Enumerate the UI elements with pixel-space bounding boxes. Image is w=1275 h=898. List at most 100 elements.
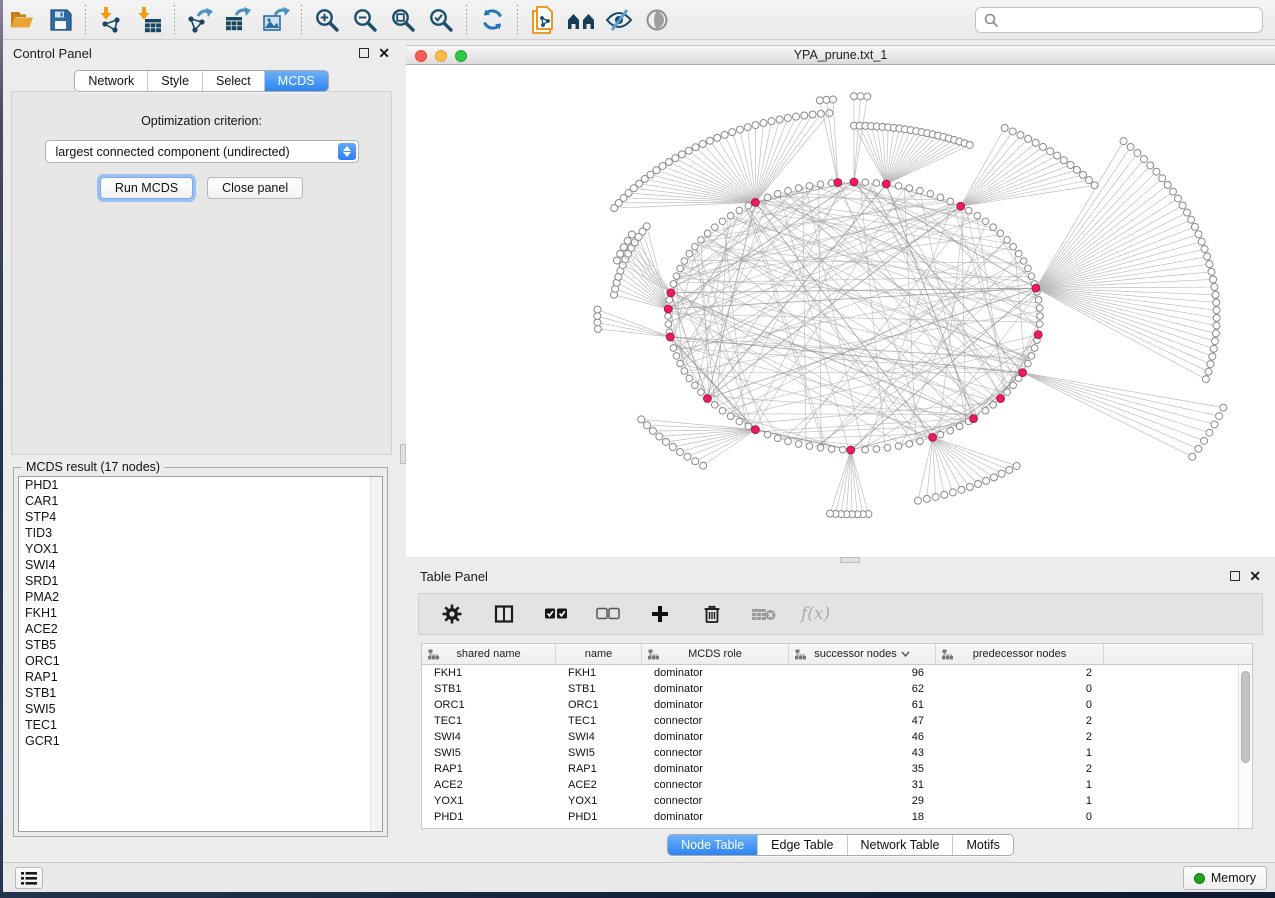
network-node[interactable]	[1039, 143, 1046, 150]
network-node[interactable]	[1037, 313, 1044, 320]
mcds-result-item[interactable]: SRD1	[19, 573, 382, 589]
network-node[interactable]	[826, 110, 833, 117]
scrollbar-thumb[interactable]	[1241, 671, 1250, 763]
delete-table-icon[interactable]	[751, 599, 777, 629]
mcds-node[interactable]	[1032, 284, 1040, 292]
network-node[interactable]	[670, 345, 677, 352]
network-node[interactable]	[1204, 253, 1211, 260]
import-network-icon[interactable]	[94, 5, 128, 35]
network-node[interactable]	[745, 202, 752, 209]
network-node[interactable]	[1208, 268, 1215, 275]
table-cell[interactable]: FKH1	[422, 665, 556, 681]
network-node[interactable]	[719, 407, 726, 414]
window-close-icon[interactable]	[415, 50, 427, 62]
table-cell[interactable]: RAP1	[556, 761, 642, 777]
network-node[interactable]	[1174, 195, 1181, 202]
network-node[interactable]	[692, 243, 699, 250]
network-node[interactable]	[809, 111, 816, 118]
mcds-node[interactable]	[929, 434, 937, 442]
column-header-mcds-role[interactable]: MCDS role	[642, 644, 789, 664]
network-node[interactable]	[873, 180, 880, 187]
network-node[interactable]	[1216, 413, 1223, 420]
network-node[interactable]	[672, 155, 679, 162]
mcds-result-item[interactable]: YOX1	[19, 541, 382, 557]
network-node[interactable]	[1209, 353, 1216, 360]
optimization-criterion-select[interactable]: largest connected component (undirected)	[45, 140, 359, 163]
network-node[interactable]	[1164, 181, 1171, 188]
mcds-result-item[interactable]: RAP1	[19, 669, 382, 685]
table-cell[interactable]: STB1	[556, 681, 642, 697]
network-node[interactable]	[1060, 157, 1067, 164]
network-node[interactable]	[785, 438, 792, 445]
network-node[interactable]	[1169, 188, 1176, 195]
network-node[interactable]	[692, 458, 699, 465]
table-cell[interactable]: ORC1	[422, 697, 556, 713]
memory-button[interactable]: Memory	[1183, 866, 1267, 890]
table-row[interactable]: SWI5SWI5connector431	[422, 745, 1238, 761]
network-node[interactable]	[1184, 209, 1191, 216]
network-node[interactable]	[711, 224, 718, 231]
network-node[interactable]	[721, 131, 728, 138]
network-node[interactable]	[729, 129, 736, 136]
network-node[interactable]	[974, 212, 981, 219]
network-node[interactable]	[1141, 156, 1148, 163]
table-cell[interactable]: connector	[642, 745, 789, 761]
export-network-icon[interactable]	[183, 5, 217, 35]
network-node[interactable]	[685, 147, 692, 154]
table-cell[interactable]: 18	[789, 809, 936, 825]
network-node[interactable]	[932, 493, 939, 500]
network-window-titlebar[interactable]: YPA_prune.txt_1	[406, 45, 1275, 65]
table-cell[interactable]: ACE2	[556, 777, 642, 793]
network-node[interactable]	[839, 446, 846, 453]
network-node[interactable]	[699, 140, 706, 147]
network-node[interactable]	[649, 427, 656, 434]
delete-column-icon[interactable]	[699, 599, 725, 629]
mcds-result-item[interactable]: ACE2	[19, 621, 382, 637]
network-node[interactable]	[806, 443, 813, 450]
network-node[interactable]	[1179, 202, 1186, 209]
network-node[interactable]	[1202, 376, 1209, 383]
network-node[interactable]	[817, 445, 824, 452]
table-row[interactable]: RAP1RAP1dominator352	[422, 761, 1238, 777]
network-node[interactable]	[665, 313, 672, 320]
float-panel-icon[interactable]	[1230, 571, 1240, 581]
export-table-icon[interactable]	[221, 5, 255, 35]
network-node[interactable]	[998, 470, 1005, 477]
network-node[interactable]	[1159, 175, 1166, 182]
table-cell[interactable]: YOX1	[556, 793, 642, 809]
network-node[interactable]	[727, 413, 734, 420]
network-node[interactable]	[1036, 305, 1043, 312]
network-node[interactable]	[736, 207, 743, 214]
network-node[interactable]	[1047, 148, 1054, 155]
table-cell[interactable]: 43	[789, 745, 936, 761]
mcds-node[interactable]	[667, 289, 675, 297]
network-node[interactable]	[1213, 307, 1220, 314]
network-node[interactable]	[1213, 322, 1220, 329]
table-row[interactable]: FKH1FKH1dominator962	[422, 665, 1238, 681]
table-cell[interactable]: 2	[936, 713, 1104, 729]
table-cell[interactable]: SWI4	[556, 729, 642, 745]
network-node[interactable]	[700, 462, 707, 469]
table-cell[interactable]: 0	[936, 697, 1104, 713]
zoom-in-icon[interactable]	[310, 5, 344, 35]
table-cell[interactable]: SWI4	[422, 729, 556, 745]
column-header-name[interactable]: name	[556, 644, 642, 664]
network-node[interactable]	[1010, 243, 1017, 250]
network-node[interactable]	[941, 491, 948, 498]
network-node[interactable]	[662, 438, 669, 445]
window-minimize-icon[interactable]	[435, 50, 447, 62]
network-node[interactable]	[1127, 143, 1134, 150]
mcds-node[interactable]	[1034, 331, 1042, 339]
network-file-icon[interactable]	[526, 5, 560, 35]
mcds-node[interactable]	[704, 395, 712, 403]
network-node[interactable]	[990, 402, 997, 409]
network-node[interactable]	[895, 443, 902, 450]
network-node[interactable]	[1211, 421, 1218, 428]
network-node[interactable]	[1213, 299, 1220, 306]
tab-node-table[interactable]: Node Table	[668, 835, 757, 855]
mcds-result-item[interactable]: FKH1	[19, 605, 382, 621]
table-cell[interactable]: dominator	[642, 697, 789, 713]
network-node[interactable]	[681, 258, 688, 265]
network-node[interactable]	[862, 179, 869, 186]
table-cell[interactable]: PHD1	[556, 809, 642, 825]
